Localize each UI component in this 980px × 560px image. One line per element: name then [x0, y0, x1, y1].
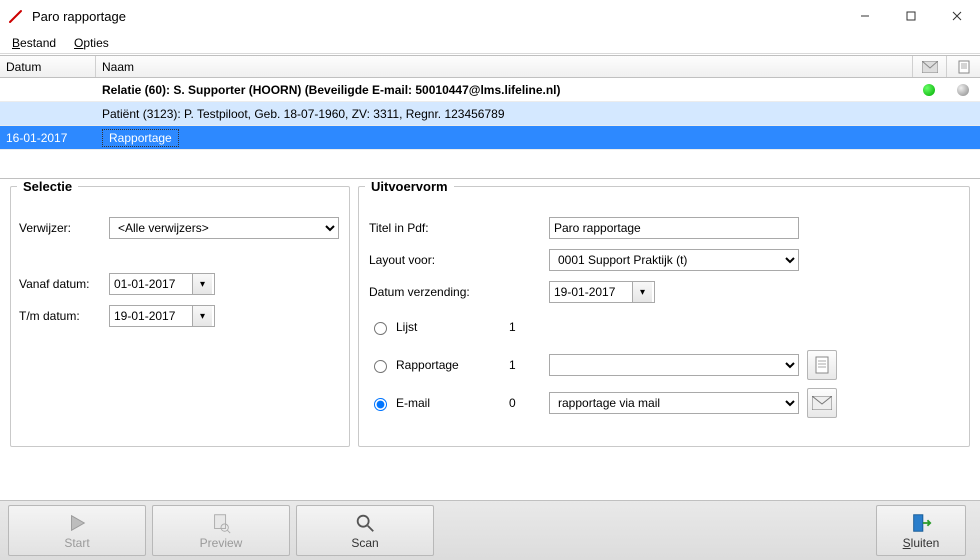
layout-combo[interactable]: 0001 Support Praktijk (t): [549, 249, 799, 271]
group-selectie: Selectie Verwijzer: <Alle verwijzers> Va…: [10, 179, 350, 447]
radio-email-input[interactable]: [374, 398, 387, 411]
start-button[interactable]: Start: [8, 505, 146, 556]
magnifier-icon: [354, 512, 376, 534]
cell-status-mail: [912, 84, 946, 96]
vanaf-datum-text[interactable]: [110, 274, 192, 294]
play-icon: [66, 512, 88, 534]
menu-opties[interactable]: Opties: [74, 36, 109, 50]
scan-label: Scan: [351, 536, 378, 550]
tm-datum-label: T/m datum:: [19, 309, 109, 323]
cell-naam: Relatie (60): S. Supporter (HOORN) (Beve…: [96, 83, 912, 97]
grid-header: Datum Naam: [0, 56, 980, 78]
verwijzer-label: Verwijzer:: [19, 221, 109, 235]
cell-naam-label: Rapportage: [102, 129, 179, 147]
titel-label: Titel in Pdf:: [369, 221, 549, 235]
cell-naam: Rapportage: [96, 129, 912, 147]
cell-datum: 16-01-2017: [0, 131, 96, 145]
form-area: Selectie Verwijzer: <Alle verwijzers> Va…: [0, 179, 980, 500]
status-dot-green: [923, 84, 935, 96]
radio-email[interactable]: E-mail: [369, 395, 509, 411]
radio-email-label: E-mail: [396, 396, 430, 410]
start-label: Start: [64, 536, 89, 550]
row-patient[interactable]: Patiënt (3123): P. Testpiloot, Geb. 18-0…: [0, 102, 980, 126]
col-header-doc-icon[interactable]: [946, 56, 980, 77]
radio-rapportage[interactable]: Rapportage: [369, 357, 509, 373]
chevron-down-icon[interactable]: ▾: [192, 306, 212, 326]
data-grid: Datum Naam Relatie (60): S. Supporter (H…: [0, 55, 980, 179]
preview-button[interactable]: Preview: [152, 505, 290, 556]
document-icon: [814, 356, 830, 374]
door-exit-icon: [910, 512, 932, 534]
email-send-button[interactable]: [807, 388, 837, 418]
layout-label: Layout voor:: [369, 253, 549, 267]
vanaf-datum-label: Vanaf datum:: [19, 277, 109, 291]
preview-icon: [210, 512, 232, 534]
col-header-mail-icon[interactable]: [912, 56, 946, 77]
window-title: Paro rapportage: [32, 9, 126, 24]
rapportage-doc-button[interactable]: [807, 350, 837, 380]
rapportage-combo[interactable]: [549, 354, 799, 376]
row-relatie[interactable]: Relatie (60): S. Supporter (HOORN) (Beve…: [0, 78, 980, 102]
group-uitvoer-legend: Uitvoervorm: [365, 179, 454, 194]
close-button[interactable]: [934, 0, 980, 32]
email-count: 0: [509, 396, 549, 410]
tm-datum-text[interactable]: [110, 306, 192, 326]
menu-bestand[interactable]: Bestand: [12, 36, 56, 50]
col-header-datum[interactable]: Datum: [0, 56, 96, 77]
grid-empty-space: [0, 150, 980, 178]
cell-naam: Patiënt (3123): P. Testpiloot, Geb. 18-0…: [96, 107, 912, 121]
chevron-down-icon[interactable]: ▾: [192, 274, 212, 294]
titel-input[interactable]: [549, 217, 799, 239]
group-uitvoervorm: Uitvoervorm Titel in Pdf: Layout voor: 0…: [358, 179, 970, 447]
status-dot-grey: [957, 84, 969, 96]
radio-rapportage-input[interactable]: [374, 360, 387, 373]
menu-opties-rest: pties: [83, 36, 108, 50]
preview-label: Preview: [200, 536, 243, 550]
minimize-button[interactable]: [842, 0, 888, 32]
sluiten-button[interactable]: Sluiten: [876, 505, 966, 556]
verwijzer-combo[interactable]: <Alle verwijzers>: [109, 217, 339, 239]
radio-lijst-input[interactable]: [374, 322, 387, 335]
row-rapportage[interactable]: 16-01-2017 Rapportage: [0, 126, 980, 150]
radio-rapportage-label: Rapportage: [396, 358, 459, 372]
verzending-datum-text[interactable]: [550, 282, 632, 302]
bottom-toolbar: Start Preview Scan Sluiten: [0, 500, 980, 560]
menu-bestand-rest: estand: [20, 36, 56, 50]
radio-lijst[interactable]: Lijst: [369, 319, 509, 335]
col-header-naam[interactable]: Naam: [96, 56, 912, 77]
rapportage-count: 1: [509, 358, 549, 372]
lijst-count: 1: [509, 320, 549, 334]
cell-status-doc: [946, 84, 980, 96]
tm-datum-input[interactable]: ▾: [109, 305, 215, 327]
verzending-datum-input[interactable]: ▾: [549, 281, 655, 303]
vanaf-datum-input[interactable]: ▾: [109, 273, 215, 295]
envelope-icon: [812, 396, 832, 410]
radio-lijst-label: Lijst: [396, 320, 417, 334]
menu-bar: Bestand Opties: [0, 32, 980, 54]
email-combo[interactable]: rapportage via mail: [549, 392, 799, 414]
app-icon: [8, 8, 24, 24]
maximize-button[interactable]: [888, 0, 934, 32]
group-selectie-legend: Selectie: [17, 179, 78, 194]
title-bar: Paro rapportage: [0, 0, 980, 32]
scan-button[interactable]: Scan: [296, 505, 434, 556]
chevron-down-icon[interactable]: ▾: [632, 282, 652, 302]
sluiten-label: Sluiten: [903, 536, 940, 550]
verzending-label: Datum verzending:: [369, 285, 549, 299]
